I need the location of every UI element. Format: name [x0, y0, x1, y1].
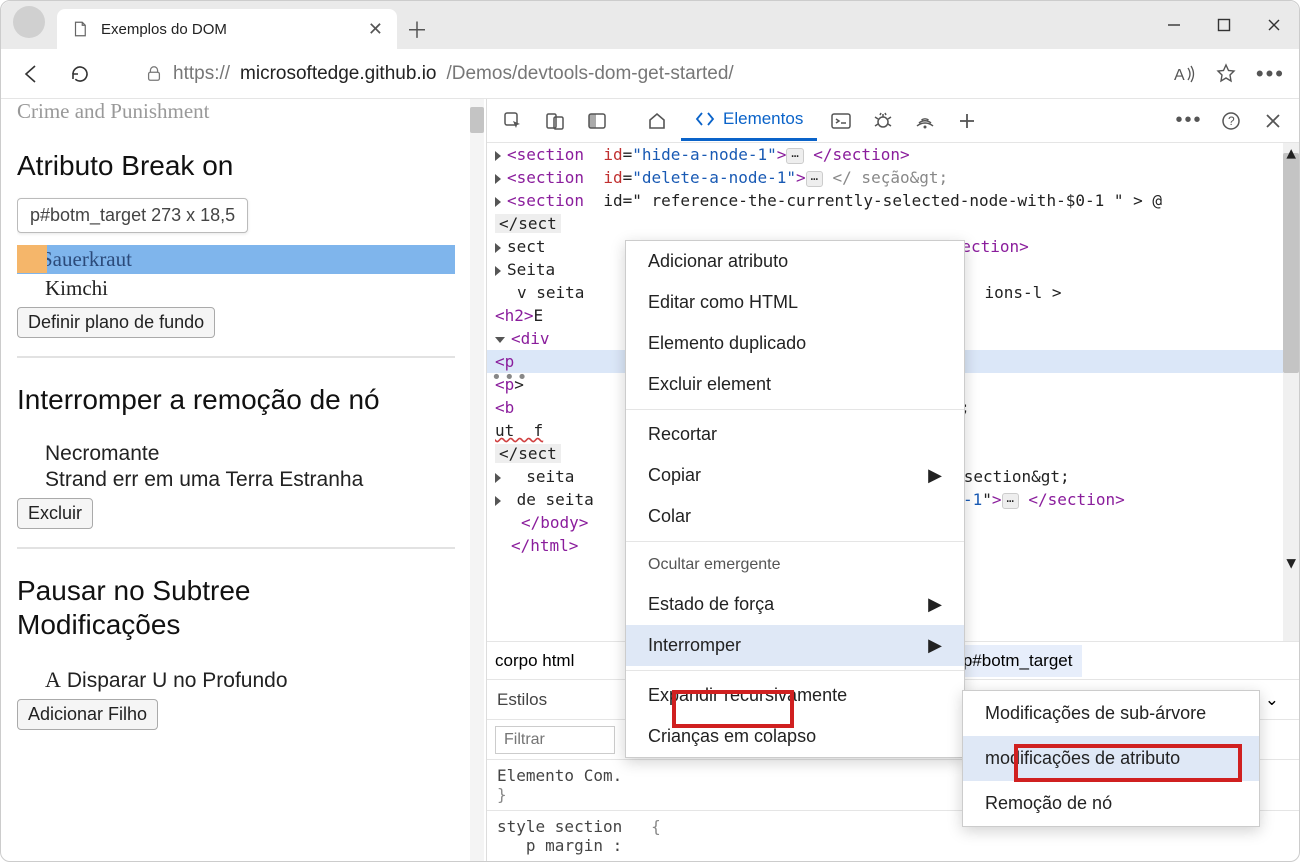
- svg-text:A: A: [1174, 67, 1185, 84]
- exclude-button[interactable]: Excluir: [17, 498, 93, 529]
- context-menu: Adicionar atributo Editar como HTML Elem…: [625, 240, 965, 758]
- network-icon[interactable]: [907, 103, 943, 139]
- crumb[interactable]: p#botm_target: [963, 651, 1073, 670]
- code-icon: [695, 109, 715, 129]
- crumb[interactable]: corpo html: [495, 651, 574, 671]
- ctx-expand-recursively[interactable]: Expandir recursivamente: [626, 675, 964, 716]
- ctx-force-state[interactable]: Estado de força▶: [626, 584, 964, 625]
- ctx-paste[interactable]: Colar: [626, 496, 964, 537]
- tab-title: Exemplos do DOM: [101, 21, 227, 38]
- ctx-duplicate-element[interactable]: Elemento duplicado: [626, 323, 964, 364]
- scrollbar-thumb[interactable]: [1283, 153, 1299, 373]
- window-close-button[interactable]: [1249, 1, 1299, 49]
- tab-close-icon[interactable]: ✕: [368, 19, 383, 40]
- submenu-node-removal[interactable]: Remoção de nó: [963, 781, 1259, 826]
- list-item: ADisparar U no Profundo: [45, 667, 474, 693]
- address-bar: https:// microsoftedge.github.io/Demos/de…: [1, 49, 1299, 99]
- ctx-hide-emergent[interactable]: Ocultar emergente: [626, 546, 964, 584]
- more-icon[interactable]: •••: [1171, 103, 1207, 139]
- scrollbar-thumb[interactable]: [470, 107, 484, 133]
- devtools-toolbar: Elementos ••• ?: [487, 99, 1299, 143]
- ctx-collapse-children[interactable]: Crianças em colapso: [626, 716, 964, 757]
- window-maximize-button[interactable]: [1199, 1, 1249, 49]
- dock-icon[interactable]: [579, 103, 615, 139]
- lock-icon: [145, 65, 163, 83]
- list-item: Necromante: [45, 442, 474, 466]
- close-devtools-icon[interactable]: [1255, 103, 1291, 139]
- tab-styles[interactable]: Estilos: [495, 686, 549, 714]
- svg-text:?: ?: [1228, 114, 1235, 128]
- browser-tab[interactable]: Exemplos do DOM ✕: [57, 9, 397, 49]
- highlight-margin-icon: [17, 245, 47, 273]
- tab-elements[interactable]: Elementos: [681, 101, 817, 141]
- scrollbar[interactable]: ▲ ▼: [1283, 143, 1299, 641]
- list-item: Sauerkraut: [41, 247, 132, 271]
- submenu-attribute-mods[interactable]: modificações de atributo: [963, 736, 1259, 781]
- ctx-cut[interactable]: Recortar: [626, 414, 964, 455]
- home-icon[interactable]: [639, 103, 675, 139]
- expand-icon[interactable]: [495, 151, 501, 161]
- add-child-button[interactable]: Adicionar Filho: [17, 699, 158, 730]
- expand-icon[interactable]: [495, 174, 501, 184]
- page-content-pane: Crime and Punishment Atributo Break on p…: [1, 99, 487, 861]
- heading-break-on: Atributo Break on: [17, 150, 474, 182]
- read-aloud-icon[interactable]: A: [1172, 62, 1196, 86]
- url-path: /Demos/devtools-dom-get-started/: [446, 63, 733, 85]
- profile-avatar[interactable]: [13, 6, 45, 38]
- divider: [17, 547, 455, 549]
- favorite-icon[interactable]: [1214, 62, 1238, 86]
- inspect-icon[interactable]: [495, 103, 531, 139]
- submenu-subtree-mods[interactable]: Modificações de sub-árvore: [963, 691, 1259, 736]
- url-box[interactable]: https:// microsoftedge.github.io/Demos/de…: [145, 63, 1158, 85]
- row-actions-icon[interactable]: •••: [487, 367, 530, 388]
- ctx-copy[interactable]: Copiar▶: [626, 455, 964, 496]
- heading-modifications: Modificações: [17, 609, 474, 641]
- console-icon[interactable]: [823, 103, 859, 139]
- page-icon: [71, 20, 89, 38]
- ctx-edit-html[interactable]: Editar como HTML: [626, 282, 964, 323]
- set-background-button[interactable]: Definir plano de fundo: [17, 307, 215, 338]
- ctx-add-attribute[interactable]: Adicionar atributo: [626, 241, 964, 282]
- list-item: Kimchi: [45, 276, 474, 301]
- help-icon[interactable]: ?: [1213, 103, 1249, 139]
- scrollbar[interactable]: [470, 99, 484, 861]
- refresh-button[interactable]: [63, 57, 97, 91]
- chevron-right-icon: ▶: [928, 465, 942, 486]
- break-on-submenu: Modificações de sub-árvore modificações …: [962, 690, 1260, 827]
- heading-pause-subtree: Pausar no Subtree: [17, 575, 474, 607]
- element-tooltip: p#botm_target 273 x 18,5: [17, 198, 248, 233]
- expand-icon[interactable]: [495, 197, 501, 207]
- back-button[interactable]: [15, 57, 49, 91]
- new-tab-button[interactable]: ＋: [397, 9, 437, 49]
- device-icon[interactable]: [537, 103, 573, 139]
- bug-icon[interactable]: [865, 103, 901, 139]
- list-item: Strand err em uma Terra Estranha: [45, 468, 474, 492]
- more-icon[interactable]: •••: [1256, 61, 1285, 87]
- heading-interrupt-removal: Interromper a remoção de nó: [17, 384, 474, 416]
- highlighted-element[interactable]: Sauerkraut: [17, 245, 474, 274]
- filter-input[interactable]: [495, 726, 615, 754]
- truncated-heading: Crime and Punishment: [17, 103, 474, 124]
- titlebar: Exemplos do DOM ✕ ＋: [1, 1, 1299, 49]
- add-tab-icon[interactable]: [949, 103, 985, 139]
- window-minimize-button[interactable]: [1149, 1, 1199, 49]
- ctx-break-on[interactable]: Interromper▶: [626, 625, 964, 666]
- chevron-right-icon: ▶: [928, 594, 942, 615]
- chevron-right-icon: ▶: [928, 635, 942, 656]
- serif-a-icon: A: [45, 667, 61, 692]
- chevron-down-icon[interactable]: ⌄: [1265, 690, 1279, 710]
- ctx-delete-element[interactable]: Excluir element: [626, 364, 964, 405]
- url-host: microsoftedge.github.io: [240, 63, 436, 85]
- url-scheme: https://: [173, 63, 230, 85]
- divider: [17, 356, 455, 358]
